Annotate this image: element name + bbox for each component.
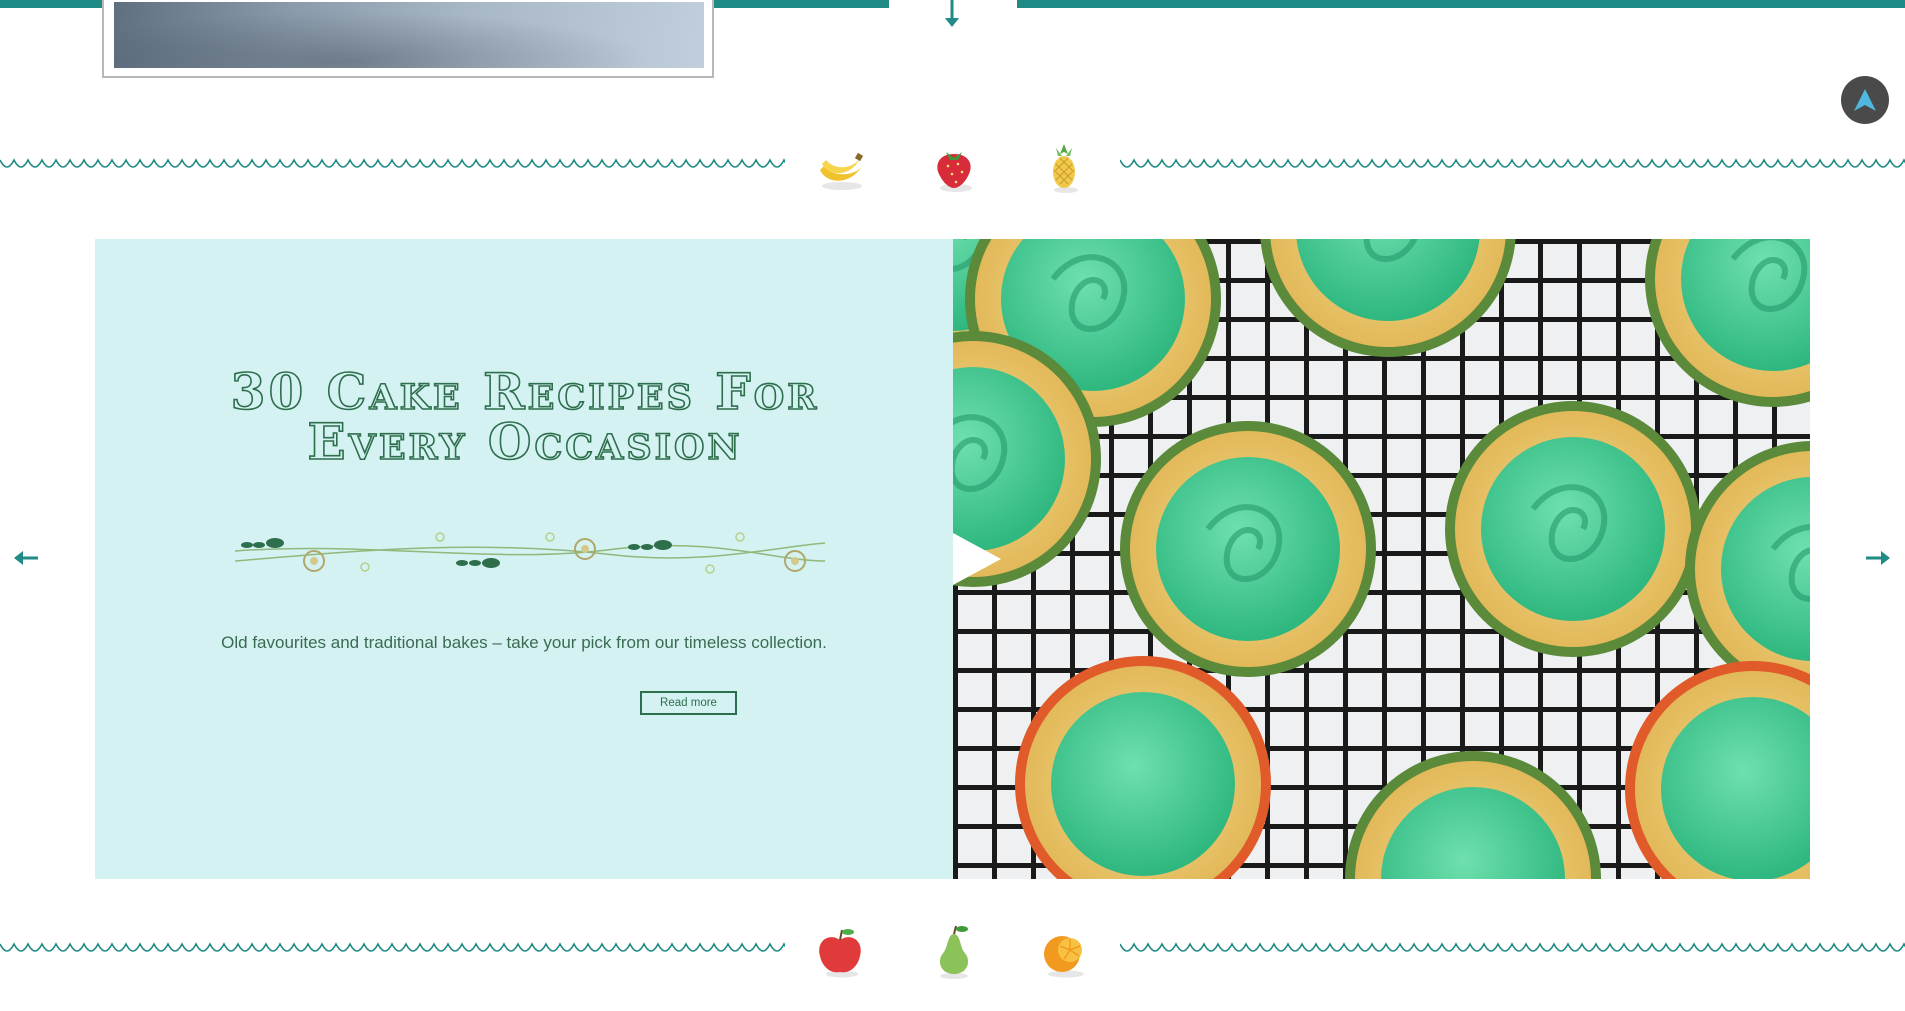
slide-title[interactable]: 30 Cake Recipes For Every Occasion bbox=[215, 366, 835, 468]
slide-title-line-1[interactable]: 30 Cake Recipes For bbox=[215, 366, 835, 418]
top-accent-bar-right bbox=[1017, 0, 1905, 8]
orange-icon bbox=[1044, 936, 1084, 978]
featured-slide: 30 Cake Recipes For Every Occasion Old f… bbox=[95, 239, 1810, 879]
scroll-to-top-button[interactable] bbox=[1841, 76, 1889, 124]
floral-divider-ornament bbox=[235, 532, 825, 574]
banana-icon bbox=[820, 152, 864, 190]
cupcakes-image bbox=[953, 239, 1810, 879]
wave-divider-left bbox=[0, 158, 785, 168]
apple-icon bbox=[819, 929, 861, 978]
cupcakes-photo[interactable] bbox=[953, 239, 1810, 879]
slide-text-panel: 30 Cake Recipes For Every Occasion Old f… bbox=[95, 239, 953, 879]
slide-title-line-2[interactable]: Every Occasion bbox=[215, 416, 835, 468]
previous-post-card[interactable] bbox=[102, 0, 714, 78]
arrow-down-icon[interactable] bbox=[942, 0, 962, 30]
navigation-arrow-icon bbox=[1854, 89, 1876, 111]
arrow-left-icon[interactable] bbox=[14, 548, 38, 568]
slide-description: Old favourites and traditional bakes – t… bbox=[221, 633, 827, 652]
arrow-right-icon[interactable] bbox=[1866, 548, 1890, 568]
slide-pointer bbox=[953, 533, 1001, 585]
pineapple-icon bbox=[1053, 144, 1078, 193]
wave-divider-bottom-right bbox=[1120, 942, 1905, 952]
read-more-button[interactable]: Read more bbox=[640, 691, 737, 715]
wave-divider-right bbox=[1120, 158, 1905, 168]
pear-icon bbox=[939, 925, 969, 979]
wave-divider-bottom-left bbox=[0, 942, 785, 952]
strawberry-icon bbox=[937, 152, 972, 192]
previous-post-image[interactable] bbox=[114, 2, 704, 68]
